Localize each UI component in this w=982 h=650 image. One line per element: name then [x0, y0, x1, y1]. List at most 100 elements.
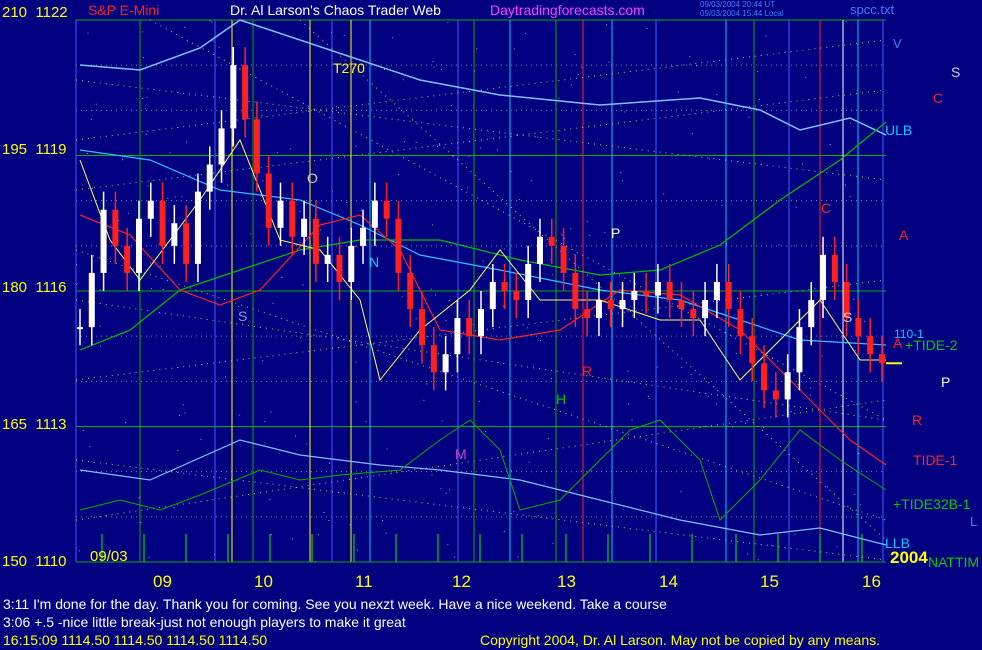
- price-bar-body: [560, 245, 567, 273]
- background-dot: [415, 141, 417, 143]
- background-dot: [551, 378, 553, 380]
- price-bar-body: [124, 245, 131, 273]
- background-dot: [99, 289, 101, 291]
- background-dot: [151, 288, 153, 290]
- price-bar-body: [619, 300, 626, 310]
- price-bar-body: [466, 318, 473, 337]
- price-bar-body: [348, 245, 355, 282]
- background-dot: [158, 243, 160, 245]
- price-bar-body: [430, 345, 437, 373]
- y-axis-label: 150 1110: [2, 553, 67, 570]
- background-dot: [530, 180, 532, 182]
- background-dot: [656, 366, 658, 368]
- y-axis-label: 180 1116: [2, 279, 67, 296]
- background-dot: [299, 337, 301, 339]
- background-dot: [169, 152, 171, 154]
- background-dot: [606, 24, 608, 26]
- background-dot: [356, 549, 358, 551]
- background-dot: [448, 489, 450, 491]
- background-dot: [745, 422, 747, 424]
- background-dot: [209, 20, 211, 22]
- price-bar-body: [572, 272, 579, 310]
- background-dot: [528, 461, 530, 463]
- background-dot: [441, 420, 443, 422]
- price-bar-body: [324, 254, 331, 264]
- background-dot: [314, 561, 316, 563]
- price-chart: [0, 0, 982, 650]
- status-line: 16:15:09 1114.50 1114.50 1114.50 1114.50: [3, 632, 268, 648]
- background-dot: [797, 384, 799, 386]
- price-bar-body: [666, 281, 673, 301]
- background-dot: [551, 274, 553, 276]
- background-dot: [125, 421, 127, 423]
- background-dot: [174, 196, 176, 198]
- background-dot: [143, 57, 145, 59]
- overlay-label: S: [238, 308, 248, 324]
- background-dot: [76, 284, 78, 286]
- background-dot: [691, 133, 693, 135]
- price-bar-body: [595, 300, 602, 319]
- year-label: 2004: [890, 548, 928, 567]
- background-dot: [580, 154, 582, 156]
- background-dot: [211, 21, 213, 23]
- price-bar-body: [253, 119, 260, 174]
- background-dot: [790, 411, 792, 413]
- background-dot: [447, 544, 449, 546]
- background-dot: [250, 233, 252, 235]
- background-dot: [485, 431, 487, 433]
- x-axis-tick: 16: [862, 572, 881, 591]
- overlay-label: R: [582, 363, 593, 379]
- background-dot: [173, 507, 175, 509]
- background-dot: [90, 119, 92, 121]
- x-axis-tick: 13: [557, 572, 576, 591]
- price-bar-body: [360, 227, 367, 246]
- price-bar-body: [289, 200, 296, 237]
- background-dot: [144, 108, 146, 110]
- background-dot: [858, 452, 860, 454]
- background-dot: [79, 550, 81, 552]
- site-link[interactable]: Daytradingforecasts.com: [490, 2, 645, 18]
- background-dot: [184, 26, 186, 28]
- background-dot: [795, 206, 797, 208]
- price-bar-body: [112, 209, 119, 246]
- background-dot: [317, 534, 319, 536]
- background-dot: [757, 70, 759, 72]
- background-dot: [707, 395, 709, 397]
- price-bar-body: [194, 191, 201, 264]
- price-bar-body: [784, 372, 791, 400]
- background-dot: [526, 327, 528, 329]
- start-date-label: 09/03: [90, 548, 128, 565]
- background-dot: [147, 185, 149, 187]
- background-dot: [89, 446, 91, 448]
- background-dot: [331, 31, 333, 33]
- background-dot: [608, 61, 610, 63]
- background-dot: [200, 438, 202, 440]
- background-dot: [218, 47, 220, 49]
- timestamp-ut: 09/03/2004 20:44 UT: [700, 0, 776, 9]
- price-bar-body: [702, 300, 709, 319]
- price-bar-body: [690, 309, 697, 319]
- price-bar-body: [419, 309, 426, 346]
- background-dot: [826, 486, 828, 488]
- y-axis-label: 195 1119: [2, 141, 67, 158]
- background-dot: [403, 140, 405, 142]
- background-dot: [432, 224, 434, 226]
- overlay-label: L: [970, 514, 978, 529]
- background-dot: [386, 448, 388, 450]
- background-dot: [510, 171, 512, 173]
- overlay-label: +TIDE-2: [905, 337, 958, 353]
- background-dot: [473, 70, 475, 72]
- background-dot: [548, 437, 550, 439]
- background-dot: [793, 245, 795, 247]
- background-dot: [179, 414, 181, 416]
- overlay-label: C: [933, 90, 944, 106]
- background-dot: [264, 421, 266, 423]
- background-dot: [457, 147, 459, 149]
- background-dot: [716, 403, 718, 405]
- price-bar-body: [548, 236, 555, 246]
- background-dot: [726, 243, 728, 245]
- background-dot: [121, 159, 123, 161]
- background-dot: [139, 496, 141, 498]
- background-dot: [433, 66, 435, 68]
- background-dot: [320, 229, 322, 231]
